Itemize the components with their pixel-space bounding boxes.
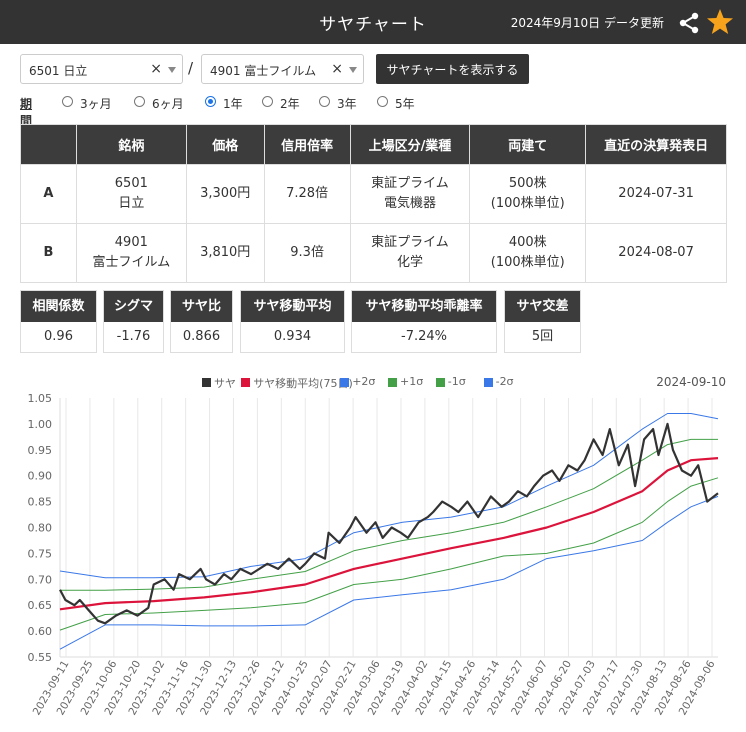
price-cell: 3,300円 xyxy=(185,164,265,224)
stat-crossings: サヤ交差 5回 xyxy=(504,290,581,353)
y-tick-label: 0.65 xyxy=(28,599,53,612)
header-cell xyxy=(20,124,77,165)
stat-ratio: サヤ比 0.866 xyxy=(170,290,233,353)
stat-value: -7.24% xyxy=(401,329,447,344)
stat-correlation: 相関係数 0.96 xyxy=(20,290,97,353)
header-cell: 銘柄 xyxy=(75,124,187,165)
radio-icon[interactable] xyxy=(262,96,273,107)
stat-label: サヤ比 xyxy=(171,291,232,322)
stat-deviation: サヤ移動平均乖離率 -7.24% xyxy=(351,290,497,353)
series-line xyxy=(59,495,719,650)
stock-cell: 6501 日立 xyxy=(75,164,187,224)
stat-label: サヤ移動平均乖離率 xyxy=(352,291,496,322)
header-cell: 上場区分/業種 xyxy=(349,124,471,165)
header-cell: 両建て xyxy=(469,124,587,165)
shares: 400株 xyxy=(508,235,547,250)
stock-b-value: 4901 富士フイルム xyxy=(210,64,317,78)
table-header-row: 銘柄 価格 信用倍率 上場区分/業種 両建て 直近の決算発表日 xyxy=(20,124,727,165)
shares-cell: 400株 (100株単位) xyxy=(469,223,587,283)
header-cell: 価格 xyxy=(185,124,265,165)
radio-icon[interactable] xyxy=(319,96,330,107)
stock-a-select[interactable]: 6501 日立 × xyxy=(20,54,183,84)
top-bar: サヤチャート 2024年9月10日 データ更新 xyxy=(0,0,746,44)
clear-icon[interactable]: × xyxy=(150,61,162,77)
sector: 化学 xyxy=(396,255,423,270)
stock-info-table: 銘柄 価格 信用倍率 上場区分/業種 両建て 直近の決算発表日 A 6501 日立… xyxy=(20,124,727,283)
stat-sigma: シグマ -1.76 xyxy=(103,290,164,353)
market: 東証プライム xyxy=(371,176,449,191)
stock-cell: 4901 富士フイルム xyxy=(75,223,187,283)
table-row: A 6501 日立 3,300円 7.28倍 東証プライム 電気機器 500株 (10… xyxy=(20,164,727,224)
series-line xyxy=(59,457,719,611)
y-tick-label: 0.90 xyxy=(28,470,53,483)
y-tick-label: 0.80 xyxy=(28,522,53,535)
header-cell: 直近の決算発表日 xyxy=(585,124,727,165)
saya-chart: 1.05 1.00 0.95 0.90 0.85 0.80 0.75 0.70 0.65 0.60… xyxy=(28,392,719,717)
stat-label: サヤ交差 xyxy=(505,291,580,322)
stat-label: 相関係数 xyxy=(21,291,96,322)
series-line xyxy=(59,413,719,579)
y-tick-label: 1.00 xyxy=(28,418,53,431)
stock-separator: / xyxy=(188,59,194,77)
update-date: 2024年9月10日 データ更新 xyxy=(510,16,664,30)
stat-value: 5回 xyxy=(531,329,554,344)
radio-icon[interactable] xyxy=(134,96,145,107)
price-cell: 3,810円 xyxy=(185,223,265,283)
stat-label: シグマ xyxy=(104,291,163,322)
y-tick-label: 1.05 xyxy=(28,392,53,405)
stock-b-select[interactable]: 4901 富士フイルム × xyxy=(201,54,364,84)
show-chart-button[interactable]: サヤチャートを表示する xyxy=(376,54,529,84)
unit: (100株単位) xyxy=(490,255,565,270)
share-icon[interactable] xyxy=(678,12,700,34)
stock-a-value: 6501 日立 xyxy=(29,64,88,78)
margin-cell: 7.28倍 xyxy=(263,164,351,224)
radio-icon[interactable] xyxy=(62,96,73,107)
shares-cell: 500株 (100株単位) xyxy=(469,164,587,224)
stock-code: 4901 xyxy=(114,235,148,250)
y-tick-label: 0.85 xyxy=(28,496,53,509)
market-cell: 東証プライム 化学 xyxy=(349,223,471,283)
stock-code: 6501 xyxy=(114,176,148,191)
star-icon[interactable] xyxy=(706,8,734,36)
radio-selected-icon[interactable] xyxy=(205,96,216,107)
y-tick-label: 0.55 xyxy=(28,651,53,664)
chevron-down-icon[interactable] xyxy=(168,67,176,73)
y-tick-label: 0.60 xyxy=(28,625,53,638)
market: 東証プライム xyxy=(371,235,449,250)
market-cell: 東証プライム 電気機器 xyxy=(349,164,471,224)
earnings-cell: 2024-07-31 xyxy=(585,164,727,224)
unit: (100株単位) xyxy=(490,196,565,211)
header-cell: 信用倍率 xyxy=(263,124,351,165)
row-id: A xyxy=(20,164,77,224)
radio-icon[interactable] xyxy=(377,96,388,107)
chevron-down-icon[interactable] xyxy=(349,67,357,73)
row-id: B xyxy=(20,223,77,283)
stock-name: 富士フイルム xyxy=(92,255,171,270)
stock-name: 日立 xyxy=(118,196,145,211)
margin-cell: 9.3倍 xyxy=(263,223,351,283)
clear-icon[interactable]: × xyxy=(331,61,343,77)
stat-value: 0.96 xyxy=(44,329,73,344)
earnings-cell: 2024-08-07 xyxy=(585,223,727,283)
stat-value: -1.76 xyxy=(116,329,151,344)
y-tick-label: 0.95 xyxy=(28,444,53,457)
table-row: B 4901 富士フイルム 3,810円 9.3倍 東証プライム 化学 400株 (1… xyxy=(20,223,727,283)
series-line xyxy=(59,422,719,625)
y-tick-label: 0.70 xyxy=(28,573,53,586)
sector: 電気機器 xyxy=(383,196,436,211)
stat-moving-average: サヤ移動平均 0.934 xyxy=(240,290,345,353)
shares: 500株 xyxy=(508,176,547,191)
stat-label: サヤ移動平均 xyxy=(241,291,344,322)
y-tick-label: 0.75 xyxy=(28,547,53,560)
stat-value: 0.866 xyxy=(182,329,221,344)
stat-value: 0.934 xyxy=(273,329,312,344)
